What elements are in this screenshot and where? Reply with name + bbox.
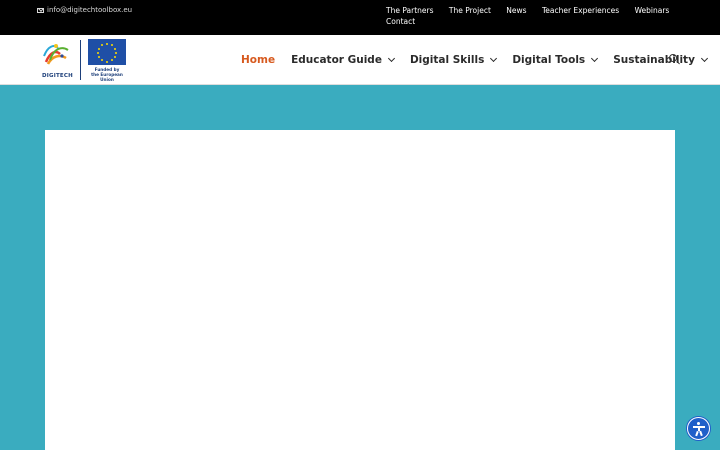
top-links: The Partners The Project News Teacher Ex… bbox=[386, 6, 686, 27]
nav-home-label: Home bbox=[241, 54, 276, 66]
nav-educator-guide-label: Educator Guide bbox=[291, 54, 382, 66]
email-text[interactable]: info@digitechtoolbox.eu bbox=[47, 6, 132, 14]
nav-digital-tools[interactable]: Digital Tools bbox=[512, 54, 599, 66]
logo-link[interactable]: DIGITECH Funded by the European Union bbox=[40, 38, 127, 82]
eu-funding-text: Funded by the European Union bbox=[87, 67, 127, 82]
logo-divider bbox=[80, 40, 81, 80]
contact-email[interactable]: info@digitechtoolbox.eu bbox=[37, 6, 132, 14]
nav-digital-tools-label: Digital Tools bbox=[512, 54, 586, 66]
content-card bbox=[45, 130, 675, 450]
top-link-news[interactable]: News bbox=[506, 6, 526, 15]
nav-digital-skills[interactable]: Digital Skills bbox=[409, 54, 498, 66]
envelope-icon bbox=[37, 7, 44, 13]
main-nav: Home Educator Guide Digital Skills Digit… bbox=[241, 35, 720, 85]
search-icon[interactable] bbox=[669, 54, 681, 66]
chevron-down-icon bbox=[700, 54, 708, 63]
site-header: DIGITECH Funded by the European Union Ho… bbox=[0, 35, 720, 85]
top-link-contact[interactable]: Contact bbox=[386, 17, 415, 26]
chevron-down-icon bbox=[387, 54, 395, 63]
digitech-logo: DIGITECH bbox=[40, 40, 76, 80]
eu-logo: Funded by the European Union bbox=[87, 38, 127, 82]
eu-flag-icon bbox=[88, 38, 126, 65]
top-link-project[interactable]: The Project bbox=[449, 6, 491, 15]
logo-brand-text: DIGITECH bbox=[42, 73, 73, 79]
nav-sustainability-label: Sustainability bbox=[613, 54, 695, 66]
top-link-partners[interactable]: The Partners bbox=[386, 6, 434, 15]
top-link-webinars[interactable]: Webinars bbox=[635, 6, 670, 15]
top-bar: info@digitechtoolbox.eu The Partners The… bbox=[0, 0, 720, 35]
chevron-down-icon bbox=[591, 54, 599, 63]
nav-digital-skills-label: Digital Skills bbox=[409, 54, 485, 66]
nav-educator-guide[interactable]: Educator Guide bbox=[291, 54, 395, 66]
nav-sustainability[interactable]: Sustainability bbox=[613, 54, 708, 66]
top-link-teacher-experiences[interactable]: Teacher Experiences bbox=[542, 6, 619, 15]
accessibility-icon[interactable] bbox=[687, 417, 710, 440]
chevron-down-icon bbox=[490, 54, 498, 63]
digitech-swirl-icon bbox=[43, 44, 69, 65]
nav-home[interactable]: Home bbox=[241, 54, 275, 66]
eu-text-line2: the European Union bbox=[91, 71, 123, 82]
